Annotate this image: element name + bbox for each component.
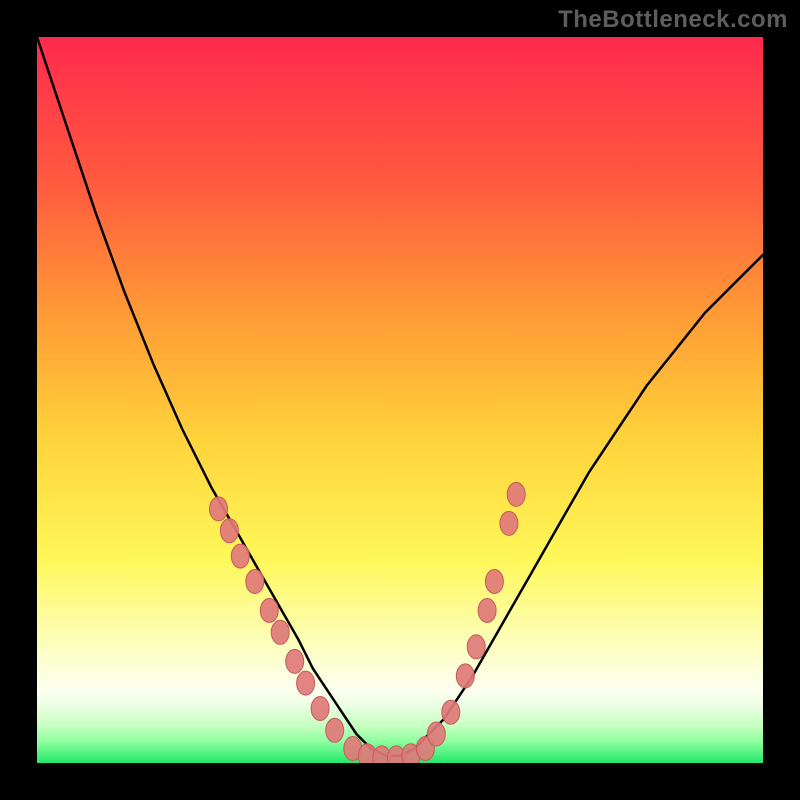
curve-marker bbox=[456, 664, 474, 688]
curve-marker bbox=[220, 519, 238, 543]
curve-marker bbox=[286, 649, 304, 673]
gradient-background bbox=[37, 37, 763, 763]
curve-marker bbox=[260, 599, 278, 623]
curve-marker bbox=[478, 599, 496, 623]
curve-marker bbox=[271, 620, 289, 644]
curve-marker bbox=[246, 570, 264, 594]
chart-frame: TheBottleneck.com bbox=[0, 0, 800, 800]
curve-marker bbox=[311, 697, 329, 721]
plot-area bbox=[37, 37, 763, 763]
curve-marker bbox=[507, 482, 525, 506]
curve-marker bbox=[231, 544, 249, 568]
curve-marker bbox=[467, 635, 485, 659]
curve-marker bbox=[326, 718, 344, 742]
curve-marker bbox=[485, 570, 503, 594]
watermark-text: TheBottleneck.com bbox=[558, 6, 788, 34]
curve-marker bbox=[500, 511, 518, 535]
curve-marker bbox=[210, 497, 228, 521]
curve-marker bbox=[442, 700, 460, 724]
curve-marker bbox=[297, 671, 315, 695]
curve-marker bbox=[427, 722, 445, 746]
